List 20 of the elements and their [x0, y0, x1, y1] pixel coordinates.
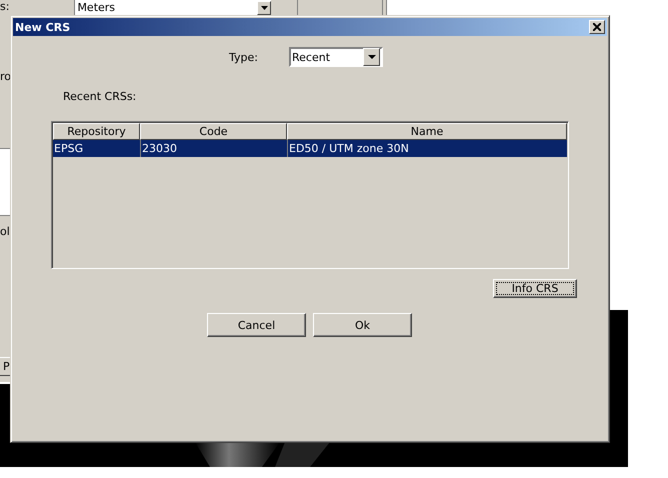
window-title: New CRS [15, 20, 70, 34]
column-header[interactable]: Repository [53, 123, 140, 140]
dialog-button[interactable]: Cancel [207, 313, 306, 337]
info-crs-button[interactable]: Info CRS [493, 279, 577, 298]
field-label: ol [0, 225, 10, 239]
table-cell-text: EPSG [53, 141, 84, 157]
table-cell: ED50 / UTM zone 30N [287, 140, 567, 157]
list-label: Recent CRSs: [63, 90, 138, 103]
column-header[interactable]: Name [287, 123, 567, 140]
close-icon [593, 23, 601, 31]
close-button[interactable] [589, 20, 605, 34]
type-dropdown[interactable]: Recent [289, 47, 383, 67]
units-dropdown[interactable]: Meters [74, 0, 272, 15]
dialog-button[interactable]: Ok [313, 313, 412, 337]
field-label: ro [0, 70, 12, 84]
table-cell: 23030 [140, 140, 287, 157]
field-label: s: [0, 0, 10, 14]
table-row[interactable]: EPSG 23030 ED50 / UTM zone 30N [53, 140, 567, 157]
column-header[interactable]: Code [140, 123, 287, 140]
type-label: Type: [229, 50, 259, 64]
